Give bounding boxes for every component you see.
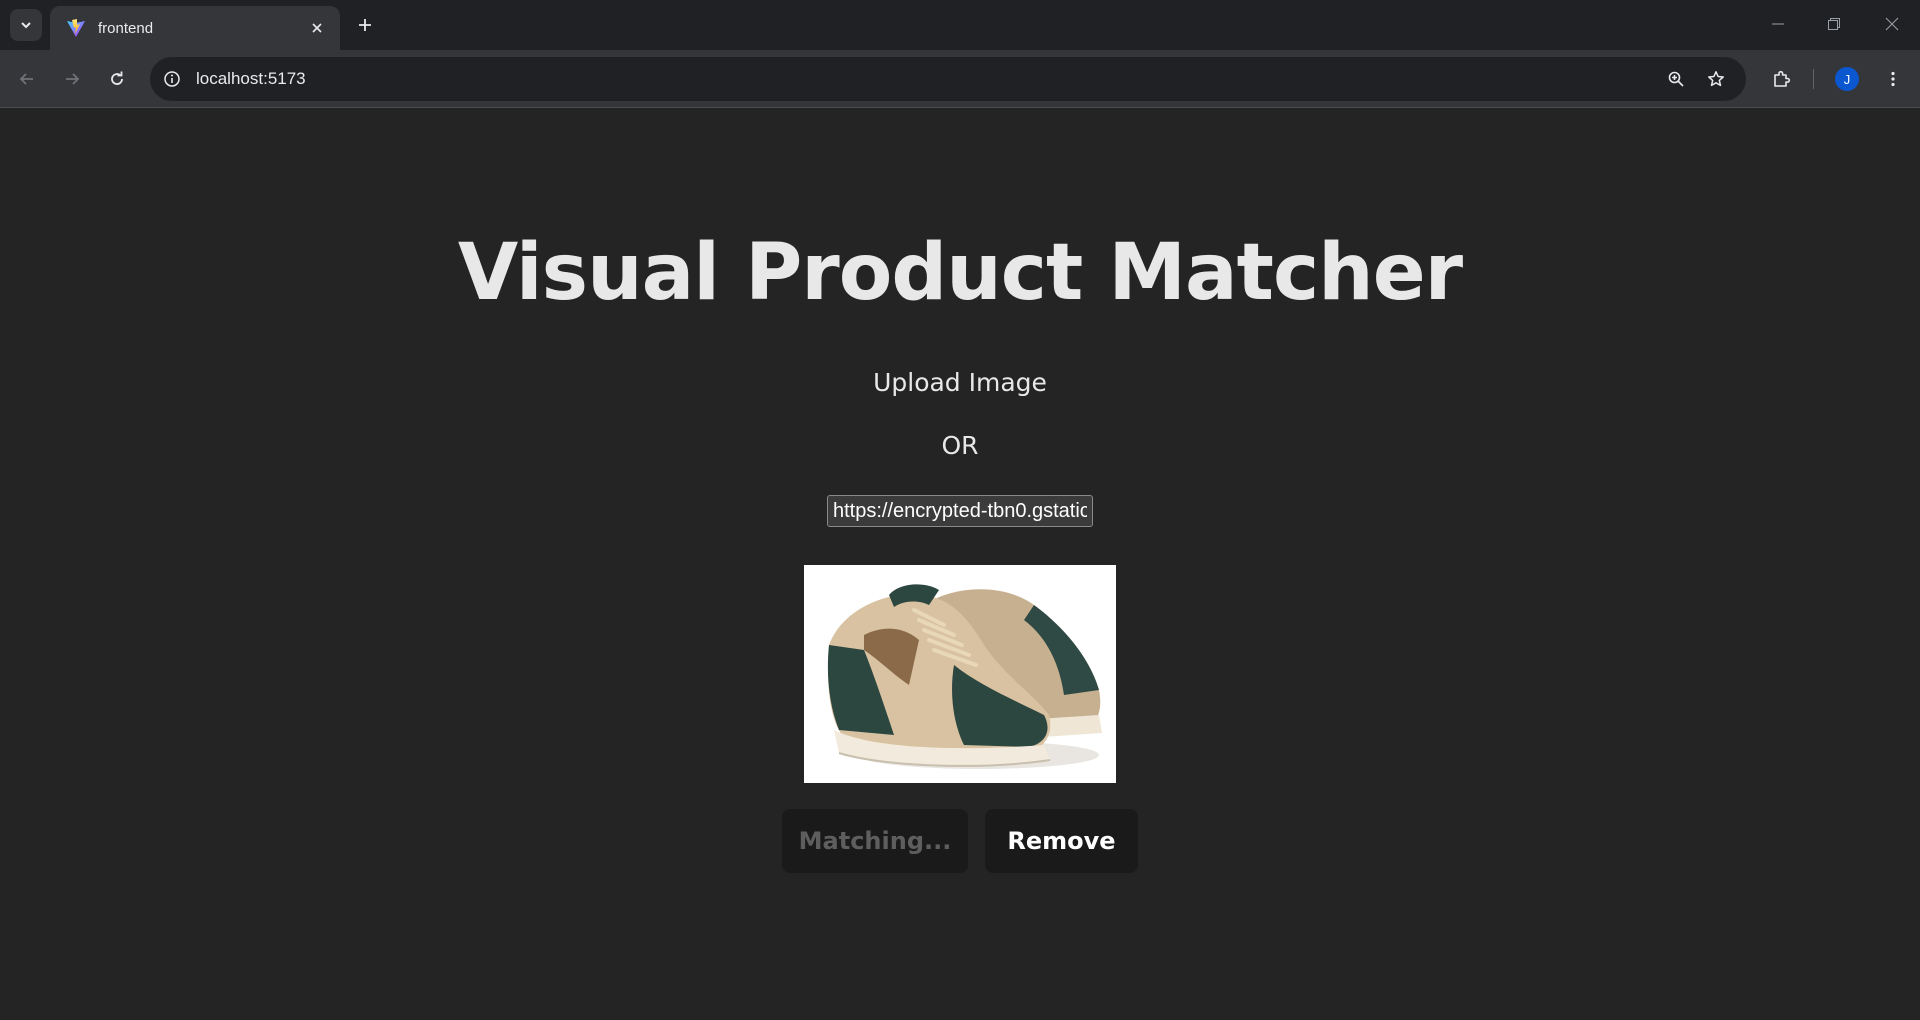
address-bar[interactable]: localhost:5173 <box>150 57 1746 101</box>
arrow-right-icon <box>66 73 80 85</box>
back-button[interactable] <box>11 63 43 95</box>
kebab-menu-icon <box>1891 71 1895 87</box>
browser-menu-button[interactable] <box>1877 63 1909 95</box>
info-icon <box>164 71 180 87</box>
page-content: Visual Product Matcher Upload Image OR h… <box>0 108 1920 1020</box>
url-text: localhost:5173 <box>196 69 306 88</box>
plus-icon <box>359 19 371 31</box>
minimize-button[interactable] <box>1756 6 1800 42</box>
profile-button[interactable]: J <box>1831 63 1863 95</box>
tab-search-button[interactable] <box>10 9 42 41</box>
forward-button[interactable] <box>56 63 88 95</box>
vite-logo-icon <box>67 19 85 37</box>
restore-icon <box>1828 18 1840 30</box>
reload-icon <box>111 71 123 85</box>
or-separator: OR <box>941 431 979 460</box>
matching-button[interactable]: Matching... <box>782 809 968 873</box>
site-info-button[interactable] <box>158 65 186 93</box>
toolbar-separator <box>1813 69 1814 89</box>
image-url-input[interactable] <box>827 495 1093 527</box>
browser-toolbar: localhost:5173 J <box>0 50 1920 108</box>
page-title: Visual Product Matcher <box>457 228 1463 318</box>
tab-title: frontend <box>98 19 154 37</box>
close-icon <box>1885 17 1899 31</box>
minimize-icon <box>1772 23 1784 25</box>
close-icon[interactable] <box>306 17 328 39</box>
extensions-button[interactable] <box>1766 63 1798 95</box>
chevron-down-icon <box>21 22 31 29</box>
tab-strip: frontend <box>0 0 1920 50</box>
tab-frontend[interactable]: frontend <box>50 6 340 50</box>
avatar: J <box>1835 67 1859 91</box>
zoom-icon <box>1668 71 1684 87</box>
close-window-button[interactable] <box>1870 6 1914 42</box>
browser-chrome: frontend localhost:5173 J <box>0 0 1920 108</box>
upload-image-label[interactable]: Upload Image <box>0 368 1920 397</box>
star-icon <box>1708 71 1724 87</box>
sneaker-image <box>804 565 1116 783</box>
restore-button[interactable] <box>1812 6 1856 42</box>
bookmark-button[interactable] <box>1702 65 1730 93</box>
puzzle-icon <box>1774 70 1791 87</box>
zoom-button[interactable] <box>1662 65 1690 93</box>
image-preview <box>804 565 1116 783</box>
new-tab-button[interactable] <box>350 10 380 40</box>
arrow-left-icon <box>19 73 33 85</box>
reload-button[interactable] <box>101 63 133 95</box>
remove-button[interactable]: Remove <box>985 809 1138 873</box>
